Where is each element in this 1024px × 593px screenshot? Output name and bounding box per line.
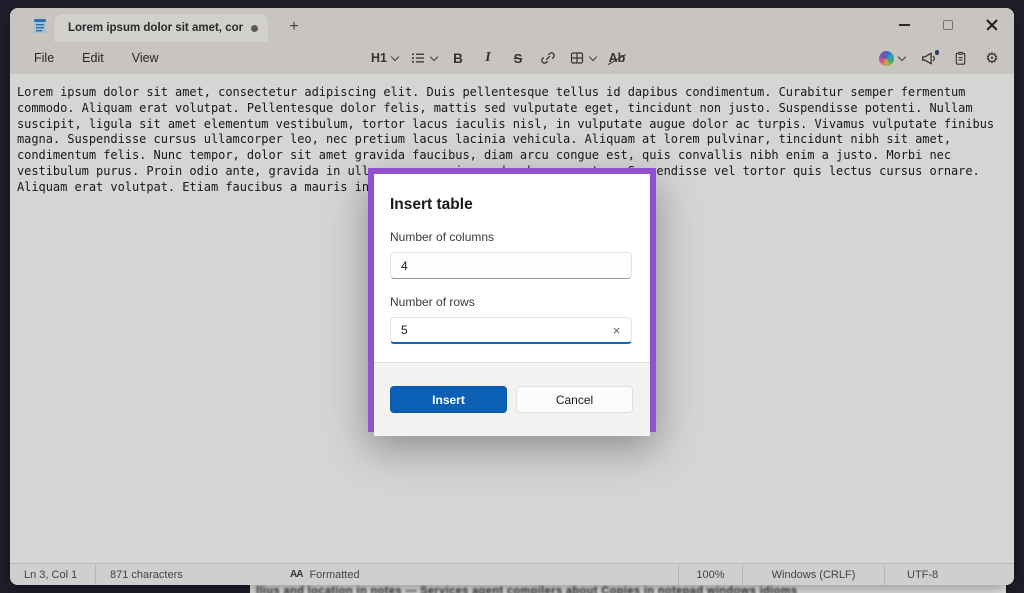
columns-input[interactable]	[390, 252, 632, 279]
rows-label: Number of rows	[390, 295, 634, 309]
dialog-body: Insert table Number of columns Number of…	[374, 174, 650, 344]
clear-input-button[interactable]: ×	[608, 322, 625, 339]
cancel-button[interactable]: Cancel	[516, 386, 633, 413]
rows-input-wrap: ×	[390, 317, 632, 344]
rows-input[interactable]	[390, 317, 632, 344]
columns-label: Number of columns	[390, 230, 634, 244]
insert-table-dialog: Insert table Number of columns Number of…	[368, 168, 656, 432]
clear-x-icon: ×	[613, 323, 621, 338]
screenshot-frame: llius and location in notes — Services a…	[0, 0, 1024, 593]
dialog-title: Insert table	[390, 196, 634, 214]
insert-button[interactable]: Insert	[390, 386, 507, 413]
background-page-sliver: llius and location in notes — Services a…	[250, 584, 1006, 593]
dialog-footer: Insert Cancel	[374, 362, 650, 436]
background-page-text: llius and location in notes — Services a…	[256, 585, 996, 593]
